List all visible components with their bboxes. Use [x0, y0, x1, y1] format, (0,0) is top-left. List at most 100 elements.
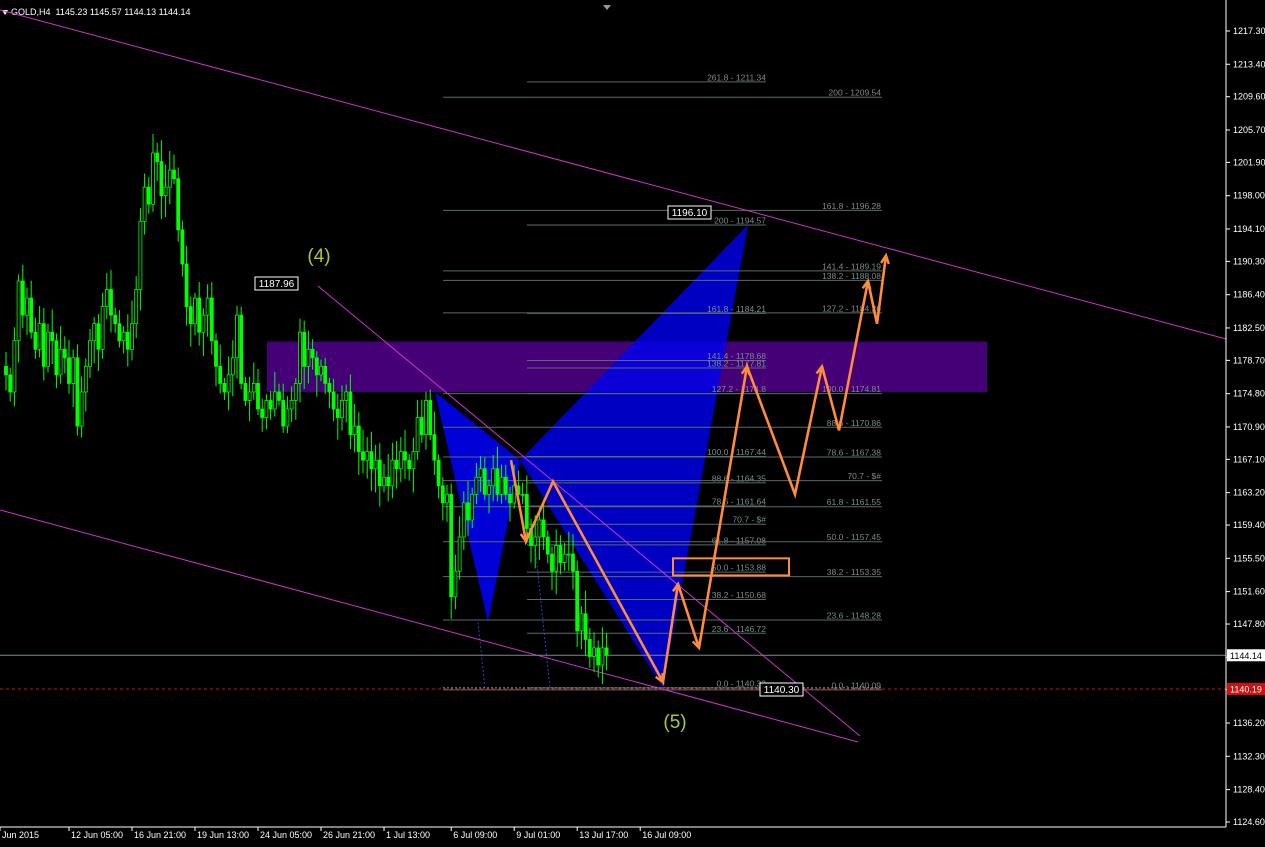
candle-body: [587, 638, 592, 657]
price-chart[interactable]: 261.8 - 1211.34 200 - 1194.57 161.8 - 1184…: [0, 0, 1265, 847]
candle-body: [298, 331, 302, 384]
candle-body: [239, 314, 244, 384]
candle-body: [419, 417, 424, 436]
fib-level-label: 38.2 - 1153.35: [827, 567, 881, 577]
candle-body: [592, 647, 596, 657]
x-tick-label: 16 Jul 09:00: [642, 830, 691, 840]
y-tick-label: 1213.40: [1233, 59, 1265, 69]
fib-level-label: 138.2 - 1188.08: [822, 271, 881, 281]
candle-body: [457, 536, 462, 572]
y-tick-label: 1186.40: [1233, 290, 1265, 300]
fib-level-label: 261.8 - 1211.34: [707, 72, 766, 82]
candle-body: [550, 553, 554, 572]
candle-body: [41, 323, 46, 367]
candle-body: [209, 297, 214, 342]
y-tick-label: 1198.00: [1233, 191, 1265, 201]
y-tick-label: 1132.30: [1233, 751, 1265, 761]
candle-body: [482, 468, 487, 495]
y-tick-label: 1124.60: [1233, 817, 1265, 827]
y-tick-label: 1170.90: [1233, 422, 1265, 432]
candle-body: [134, 289, 139, 325]
candle-body: [604, 647, 609, 656]
wave-label-5: (5): [663, 712, 686, 733]
candle-body: [373, 459, 378, 470]
candle-body: [201, 314, 206, 333]
candle-body: [146, 186, 151, 205]
candle-body: [352, 425, 357, 436]
candle-body: [125, 331, 130, 350]
y-tick-label: 1128.40: [1233, 785, 1265, 795]
candle-body: [230, 357, 235, 376]
candle-body: [545, 536, 550, 555]
candle-body: [390, 459, 395, 487]
candle-body: [403, 451, 407, 461]
candle-body: [54, 340, 59, 376]
fib-level-label: 23.6 - 1148.28: [827, 610, 881, 620]
candle-body: [428, 400, 433, 436]
candle-body: [113, 314, 118, 325]
candle-body: [407, 459, 412, 470]
candle-body: [29, 297, 34, 333]
x-tick-label: 12 Jun 05:00: [71, 830, 123, 840]
fib-level-label: 200 - 1194.57: [714, 215, 766, 225]
candle-body: [33, 331, 38, 350]
candle-body: [8, 374, 13, 393]
candle-body: [453, 570, 458, 598]
candle-body: [180, 229, 185, 265]
candle-body: [193, 297, 197, 325]
fib-level-label: 50.0 - 1157.45: [827, 532, 881, 542]
fib-connector: [534, 545, 551, 689]
candle-body: [117, 323, 122, 342]
candle-body: [533, 536, 538, 546]
channel-upper-line: [0, 9, 1227, 340]
candle-body: [537, 519, 542, 538]
candle-body: [491, 468, 496, 487]
fib-level-label: 161.8 - 1184.21: [707, 304, 766, 314]
candle-body: [474, 476, 479, 495]
y-tick-label: 1167.10: [1233, 454, 1265, 464]
current-price-tag-label: 1144.14: [1230, 651, 1262, 661]
x-tick-label: 1 Jul 13:00: [386, 830, 430, 840]
fib-level-label: 61.8 - 1157.08: [712, 535, 766, 545]
candle-body: [92, 323, 97, 342]
candle-body: [96, 323, 101, 350]
candle-body: [256, 383, 260, 410]
candle-body: [16, 280, 21, 342]
candle-body: [163, 186, 168, 197]
candle-body: [348, 391, 353, 436]
candle-body: [554, 545, 559, 572]
candle-body: [151, 152, 155, 205]
fib-level-label: 138.2 - 1177.81: [707, 358, 766, 368]
candle-body: [440, 485, 445, 504]
shift-marker-icon[interactable]: [603, 5, 611, 10]
candle-body: [310, 348, 315, 359]
candle-body: [83, 365, 88, 393]
candle-body: [75, 357, 80, 427]
candle-body: [436, 459, 441, 487]
candle-body: [4, 365, 8, 376]
candle-body: [281, 400, 286, 427]
candle-body: [499, 476, 504, 495]
candle-body: [12, 340, 17, 393]
candle-body: [58, 348, 63, 376]
candle-body: [365, 451, 370, 461]
x-tick-label: 26 Jun 21:00: [323, 830, 375, 840]
x-tick-label: 6 Jul 09:00: [453, 830, 497, 840]
candle-body: [524, 493, 529, 529]
candle-body: [285, 408, 290, 427]
x-tick-label: 9 Jul 01:00: [516, 830, 560, 840]
price-tag-label: 1187.96: [259, 279, 295, 290]
y-tick-label: 1194.10: [1233, 224, 1265, 234]
candle-body: [302, 331, 307, 367]
candle-body: [62, 348, 67, 359]
candle-body: [566, 553, 571, 556]
candle-body: [600, 647, 605, 666]
candle-body: [155, 152, 160, 162]
candle-body: [214, 340, 218, 367]
candle-body: [37, 323, 42, 350]
y-tick-label: 1217.30: [1233, 26, 1265, 36]
y-tick-label: 1151.60: [1233, 587, 1265, 597]
candle-body: [461, 502, 466, 538]
candle-body: [361, 451, 365, 461]
candle-body: [445, 493, 449, 504]
